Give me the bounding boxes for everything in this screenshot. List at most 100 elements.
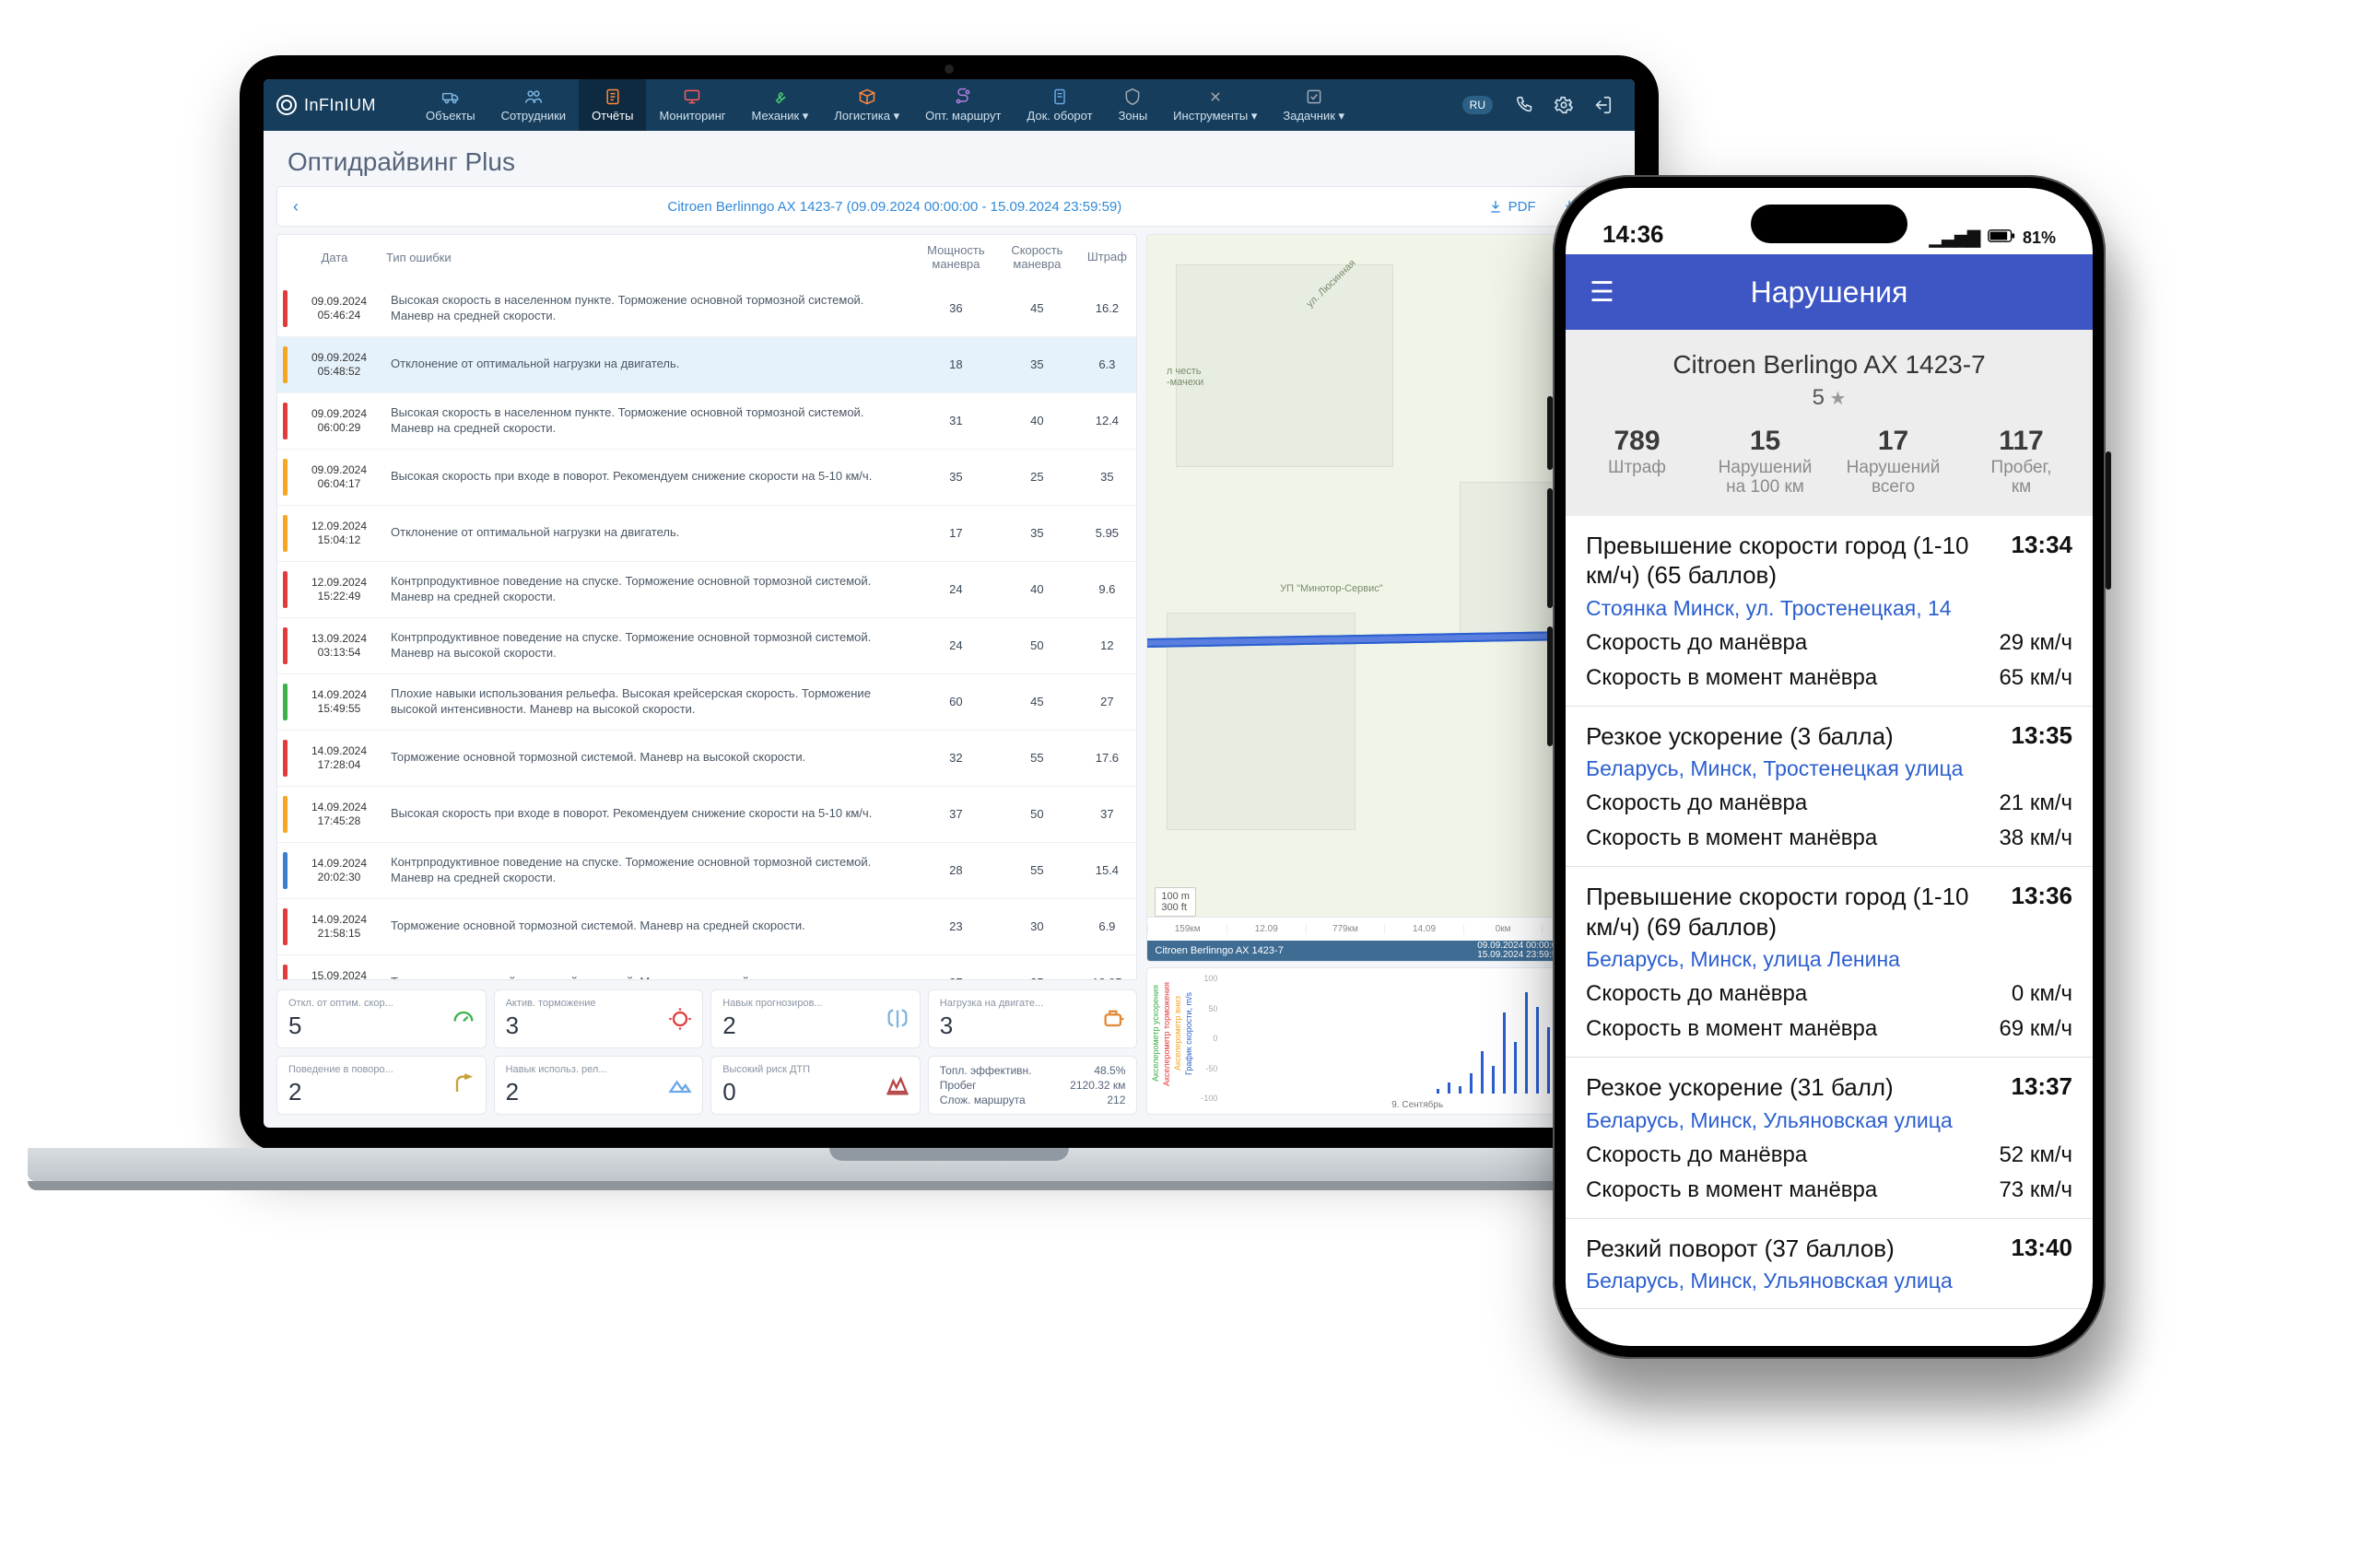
cell-power: 28 — [915, 854, 996, 886]
kpi-card[interactable]: Высокий риск ДТП 0 — [710, 1056, 921, 1115]
route-icon — [953, 88, 973, 106]
nav-item-tools[interactable]: Инструменты ▾ — [1160, 79, 1270, 131]
nav-item-truck[interactable]: Объекты — [413, 79, 488, 131]
table-row[interactable]: 09.09.202406:04:17 Высокая скорость при … — [277, 450, 1136, 506]
col-power[interactable]: Мощность маневра — [915, 235, 996, 281]
cell-speed: 30 — [996, 910, 1077, 942]
table-row[interactable]: 14.09.202417:45:28 Высокая скорость при … — [277, 787, 1136, 843]
laptop-bezel: InFInIUM Объекты Сотрудники ОтчётыМонитори… — [240, 55, 1659, 1152]
table-row[interactable]: 12.09.202415:22:49 Контрпродуктивное пов… — [277, 562, 1136, 618]
violation-card[interactable]: Резкое ускорение (3 балла) 13:35 Беларус… — [1566, 707, 2093, 868]
cell-fine: 5.95 — [1077, 517, 1136, 549]
kpi-card[interactable]: Откл. от оптим. скор... 5 — [276, 989, 487, 1048]
app-viewport: InFInIUM Объекты Сотрудники ОтчётыМонитори… — [264, 79, 1635, 1128]
cell-date: 14.09.202417:45:28 — [293, 791, 385, 837]
nav-label: Док. оборот — [1027, 109, 1092, 123]
nav-item-report[interactable]: Отчёты — [579, 79, 646, 131]
table-row[interactable]: 14.09.202417:28:04 Торможение основной т… — [277, 731, 1136, 787]
kpi-card[interactable]: Актив. торможение 3 — [494, 989, 704, 1048]
col-date[interactable]: Дата — [288, 241, 381, 274]
table-body[interactable]: 09.09.202405:46:24 Высокая скорость в на… — [276, 281, 1137, 980]
violation-time: 13:40 — [2012, 1234, 2073, 1262]
chart-bar — [1437, 1089, 1439, 1094]
lang-switcher[interactable]: RU — [1462, 96, 1493, 114]
nav-item-zone[interactable]: Зоны — [1106, 79, 1161, 131]
chart-tick: -100 — [1186, 1094, 1217, 1103]
turn-icon — [451, 1072, 476, 1098]
brand-name: InFInIUM — [304, 96, 376, 115]
brand[interactable]: InFInIUM — [276, 95, 376, 115]
chart-ylabel: Акселерометр вниз — [1173, 972, 1182, 1095]
topbar: InFInIUM Объекты Сотрудники ОтчётыМонитори… — [264, 79, 1635, 131]
kpi-card[interactable]: Навык использ. рел... 2 — [494, 1056, 704, 1115]
violation-address[interactable]: Стоянка Минск, ул. Тростенецкая, 14 — [1586, 596, 2072, 621]
violation-address[interactable]: Беларусь, Минск, Ульяновская улица — [1586, 1108, 2072, 1133]
table-row[interactable]: 09.09.202405:46:24 Высокая скорость в на… — [277, 281, 1136, 337]
cell-power: 32 — [915, 742, 996, 774]
chart-tick: 0 — [1186, 1034, 1217, 1043]
violation-title: Резкое ускорение (3 балла) — [1586, 721, 1894, 752]
violation-address[interactable]: Беларусь, Минск, улица Ленина — [1586, 947, 2072, 972]
table-row[interactable]: 13.09.202403:13:54 Контрпродуктивное пов… — [277, 618, 1136, 674]
back-button[interactable]: ‹ — [277, 197, 314, 216]
stat-value: 15 — [1701, 426, 1829, 457]
table-row[interactable]: 14.09.202420:02:30 Контрпродуктивное пов… — [277, 843, 1136, 899]
nav-label: Сотрудники — [501, 109, 566, 123]
violation-title: Резкое ускорение (31 балл) — [1586, 1072, 1894, 1103]
col-fine[interactable]: Штраф — [1077, 241, 1136, 274]
export-pdf-button[interactable]: PDF — [1475, 199, 1549, 215]
kpi-efficiency[interactable]: Топл. эффективн.48.5% Пробег2120.32 км С… — [928, 1056, 1138, 1115]
cell-date: 09.09.202405:48:52 — [293, 342, 385, 388]
chart-bar — [1492, 1066, 1495, 1094]
col-error[interactable]: Тип ошибки — [381, 241, 915, 274]
table-row[interactable]: 09.09.202406:00:29 Высокая скорость в на… — [277, 393, 1136, 450]
table-row[interactable]: 15.09.202410:31:01 Торможение основной т… — [277, 955, 1136, 980]
violation-card[interactable]: Превышение скорости город (1-10 км/ч) (6… — [1566, 516, 2093, 707]
nav-item-route[interactable]: Опт. маршрут — [912, 79, 1014, 131]
brain-icon — [885, 1006, 910, 1032]
nav-item-doc[interactable]: Док. оборот — [1014, 79, 1105, 131]
cell-fine: 12.4 — [1077, 404, 1136, 437]
left-column: Дата Тип ошибки Мощность маневра Скорост… — [276, 234, 1137, 1115]
kpi-card[interactable]: Поведение в поворо... 2 — [276, 1056, 487, 1115]
logout-icon[interactable] — [1590, 93, 1614, 117]
kpi-value: 2 — [506, 1078, 692, 1106]
cell-speed: 55 — [996, 854, 1077, 886]
cell-speed: 55 — [996, 742, 1077, 774]
violation-card[interactable]: Резкое ускорение (31 балл) 13:37 Беларус… — [1566, 1058, 2093, 1219]
nav-item-users[interactable]: Сотрудники — [488, 79, 579, 131]
chart-bar — [1481, 1051, 1484, 1094]
violation-address[interactable]: Беларусь, Минск, Ульяновская улица — [1586, 1269, 2072, 1293]
phone-violations-list[interactable]: Превышение скорости город (1-10 км/ч) (6… — [1566, 516, 2093, 1346]
nav-item-tasks[interactable]: Задачник ▾ — [1270, 79, 1357, 131]
chart-bar — [1459, 1086, 1461, 1094]
kpi-card[interactable]: Навык прогнозиров... 2 — [710, 989, 921, 1048]
nav-item-box[interactable]: Логистика ▾ — [821, 79, 912, 131]
chart-ylabel: Акселерометр ускорения — [1151, 972, 1160, 1095]
table-row[interactable]: 14.09.202415:49:55 Плохие навыки использ… — [277, 674, 1136, 731]
map-timeline[interactable]: 159км12.09779км14.090км26.09 — [1147, 917, 1621, 941]
cell-power: 18 — [915, 348, 996, 380]
violation-address[interactable]: Беларусь, Минск, Тростенецкая улица — [1586, 756, 2072, 781]
chart-panel[interactable]: Акселерометр ускоренияАкселерометр тормо… — [1146, 967, 1622, 1115]
nav-item-wrench[interactable]: Механик ▾ — [739, 79, 822, 131]
table-row[interactable]: 14.09.202421:58:15 Торможение основной т… — [277, 899, 1136, 955]
doc-icon — [1050, 88, 1070, 106]
stat-value: 789 — [1573, 426, 1701, 457]
nav-item-monitor[interactable]: Мониторинг — [646, 79, 738, 131]
violation-card[interactable]: Превышение скорости город (1-10 км/ч) (6… — [1566, 867, 2093, 1058]
kpi-value: 3 — [506, 1012, 692, 1040]
violation-card[interactable]: Резкий поворот (37 баллов) 13:40 Беларус… — [1566, 1219, 2093, 1310]
table-row[interactable]: 09.09.202405:48:52 Отклонение от оптимал… — [277, 337, 1136, 393]
cell-date: 09.09.202406:04:17 — [293, 454, 385, 500]
phone-icon[interactable] — [1513, 93, 1537, 117]
kpi-card[interactable]: Нагрузка на двигате... 3 — [928, 989, 1138, 1048]
gear-icon[interactable] — [1552, 93, 1576, 117]
col-speed[interactable]: Скорость маневра — [996, 235, 1077, 281]
kpi-value: 3 — [940, 1012, 1126, 1040]
timeline-tick: 0км — [1463, 924, 1543, 934]
violation-title: Превышение скорости город (1-10 км/ч) (6… — [1586, 882, 1997, 942]
table-row[interactable]: 12.09.202415:04:12 Отклонение от оптимал… — [277, 506, 1136, 562]
cell-power: 37 — [915, 966, 996, 980]
map-footer: Citroen Berlinngo AX 1423-7 09.09.2024 0… — [1147, 941, 1621, 961]
